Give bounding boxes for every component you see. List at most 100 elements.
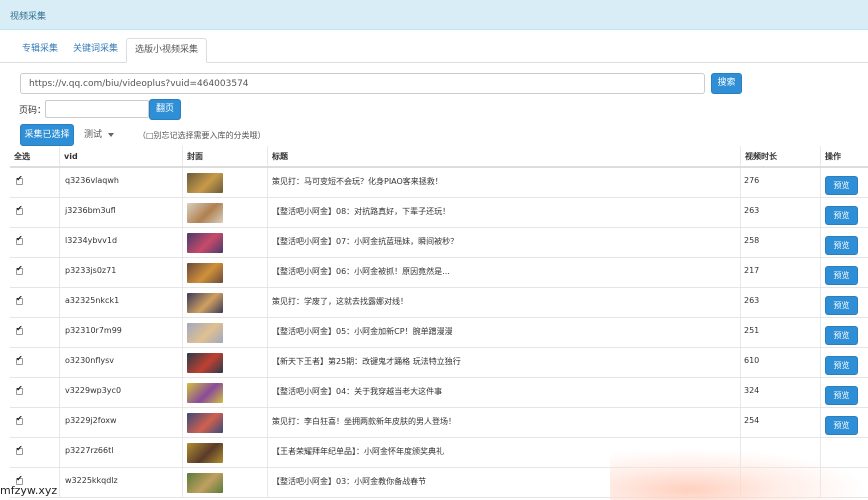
video-duration: 254 [744, 416, 760, 425]
row-checkbox[interactable] [16, 174, 23, 185]
preview-button[interactable]: 预览 [825, 176, 858, 195]
operation-cell: 预览 [821, 348, 868, 377]
tab-keyword-collect[interactable]: 关键词采集 [65, 38, 126, 63]
table-row: p3233js0z71 【整活吧小阿金】06：小阿金被抓！原因竟然是... 217 预… [10, 258, 868, 288]
tab-short-video-collect[interactable]: 选版小视频采集 [126, 38, 208, 63]
row-checkbox[interactable] [16, 414, 23, 425]
preview-button[interactable]: 预览 [825, 266, 858, 285]
duration-cell: 258 [741, 228, 821, 257]
vid-text: p32310r7m99 [65, 326, 122, 335]
header-vid: vid [60, 146, 183, 166]
preview-button[interactable]: 预览 [825, 326, 858, 345]
collect-selected-button[interactable]: 采集已选择 [20, 124, 74, 146]
cover-cell [183, 288, 268, 317]
row-select-cell [10, 198, 60, 227]
preview-button[interactable]: 预览 [825, 416, 858, 435]
video-title: 【整活吧小阿金】07：小阿金抗蓝瑶妹，瞬间被秒？ [272, 237, 459, 246]
page-number-label: 页码： [19, 106, 47, 116]
row-checkbox[interactable] [16, 354, 23, 365]
tab-album-collect[interactable]: 专辑采集 [14, 38, 66, 63]
vid-text: p3227rz66tl [65, 446, 114, 455]
operation-cell: 预览 [821, 228, 868, 257]
video-thumbnail[interactable] [187, 173, 223, 193]
row-select-cell [10, 438, 60, 467]
row-select-cell [10, 168, 60, 197]
preview-button[interactable]: 预览 [825, 296, 858, 315]
operation-cell: 预览 [821, 378, 868, 407]
vid-cell: p32310r7m99 [60, 318, 183, 347]
category-dropdown[interactable]: 测试 [84, 124, 115, 146]
video-duration: 258 [744, 236, 760, 245]
video-title: 策见打：李白狂喜！坐拥两款新年皮肤的男人登场！ [272, 417, 456, 426]
operation-cell: 预览 [821, 168, 868, 197]
vid-cell: q3236vlaqwh [60, 168, 183, 197]
vid-cell: p3233js0z71 [60, 258, 183, 287]
vid-text: q3236vlaqwh [65, 176, 119, 185]
row-select-cell [10, 258, 60, 287]
video-duration: 263 [744, 206, 760, 215]
row-checkbox[interactable] [16, 204, 23, 215]
cover-cell [183, 228, 268, 257]
cover-cell [183, 198, 268, 227]
video-title: 【整活吧小阿金】04：关于我穿越当老大这件事 [272, 387, 443, 396]
table-row: l3234ybvv1d 【整活吧小阿金】07：小阿金抗蓝瑶妹，瞬间被秒？ 258 预览 [10, 228, 868, 258]
video-thumbnail[interactable] [187, 293, 223, 313]
header-select-all[interactable]: 全选 [10, 146, 60, 166]
page-number-input[interactable] [45, 100, 149, 118]
duration-cell: 276 [741, 168, 821, 197]
video-thumbnail[interactable] [187, 203, 223, 223]
video-thumbnail[interactable] [187, 233, 223, 253]
video-title: 【整活吧小阿金】05：小阿金加新CP！腕单蹭漫漫 [272, 327, 453, 336]
video-title: 策见打：学废了，这就去找露娜对线！ [272, 297, 408, 306]
operation-cell: 预览 [821, 258, 868, 287]
cover-cell [183, 408, 268, 437]
row-checkbox[interactable] [16, 444, 23, 455]
video-duration: 251 [744, 326, 760, 335]
preview-button[interactable]: 预览 [825, 386, 858, 405]
cover-cell [183, 168, 268, 197]
window-title-bar: 视频采集 [0, 0, 868, 30]
cover-cell [183, 378, 268, 407]
cover-cell [183, 468, 268, 497]
row-checkbox[interactable] [16, 264, 23, 275]
flip-page-button[interactable]: 翻页 [149, 99, 181, 120]
title-cell: 策见打：李白狂喜！坐拥两款新年皮肤的男人登场！ [268, 408, 741, 437]
preview-button[interactable]: 预览 [825, 206, 858, 225]
table-row: o3230nflysv 【新天下王者】第25期：改键鬼才踊格 玩法特立独行 610 预… [10, 348, 868, 378]
title-cell: 【整活吧小阿金】05：小阿金加新CP！腕单蹭漫漫 [268, 318, 741, 347]
operation-cell: 预览 [821, 198, 868, 227]
caret-down-icon [108, 132, 115, 137]
vid-cell: o3230nflysv [60, 348, 183, 377]
video-thumbnail[interactable] [187, 473, 223, 493]
video-thumbnail[interactable] [187, 383, 223, 403]
vid-text: a32325nkck1 [65, 296, 120, 305]
video-thumbnail[interactable] [187, 413, 223, 433]
video-thumbnail[interactable] [187, 323, 223, 343]
header-duration: 视频时长 [741, 146, 821, 166]
duration-cell: 610 [741, 348, 821, 377]
vid-cell: v3229wp3yc0 [60, 378, 183, 407]
table-row: p32310r7m99 【整活吧小阿金】05：小阿金加新CP！腕单蹭漫漫 251 预览 [10, 318, 868, 348]
duration-cell: 324 [741, 378, 821, 407]
video-duration: 217 [744, 266, 760, 275]
row-checkbox[interactable] [16, 234, 23, 245]
table-row: p3229j2foxw 策见打：李白狂喜！坐拥两款新年皮肤的男人登场！ 254 预览 [10, 408, 868, 438]
row-select-cell [10, 318, 60, 347]
url-input[interactable] [20, 73, 705, 94]
title-cell: 【整活吧小阿金】04：关于我穿越当老大这件事 [268, 378, 741, 407]
video-thumbnail[interactable] [187, 353, 223, 373]
video-thumbnail[interactable] [187, 443, 223, 463]
preview-button[interactable]: 预览 [825, 236, 858, 255]
table-row: j3236bm3ufl 【整活吧小阿金】08：对抗路真好，下辈子还玩！ 263 预览 [10, 198, 868, 228]
duration-cell: 263 [741, 198, 821, 227]
table-row: q3236vlaqwh 策见打：马可变短不会玩？化身PIAO客来拯救！ 276 预览 [10, 168, 868, 198]
table-row: v3229wp3yc0 【整活吧小阿金】04：关于我穿越当老大这件事 324 预览 [10, 378, 868, 408]
row-checkbox[interactable] [16, 294, 23, 305]
search-button[interactable]: 搜索 [711, 73, 742, 94]
row-checkbox[interactable] [16, 324, 23, 335]
video-thumbnail[interactable] [187, 263, 223, 283]
watermark-text: mfzyw.xyz [0, 484, 58, 497]
preview-button[interactable]: 预览 [825, 356, 858, 375]
row-checkbox[interactable] [16, 384, 23, 395]
title-cell: 策见打：马可变短不会玩？化身PIAO客来拯救！ [268, 168, 741, 197]
